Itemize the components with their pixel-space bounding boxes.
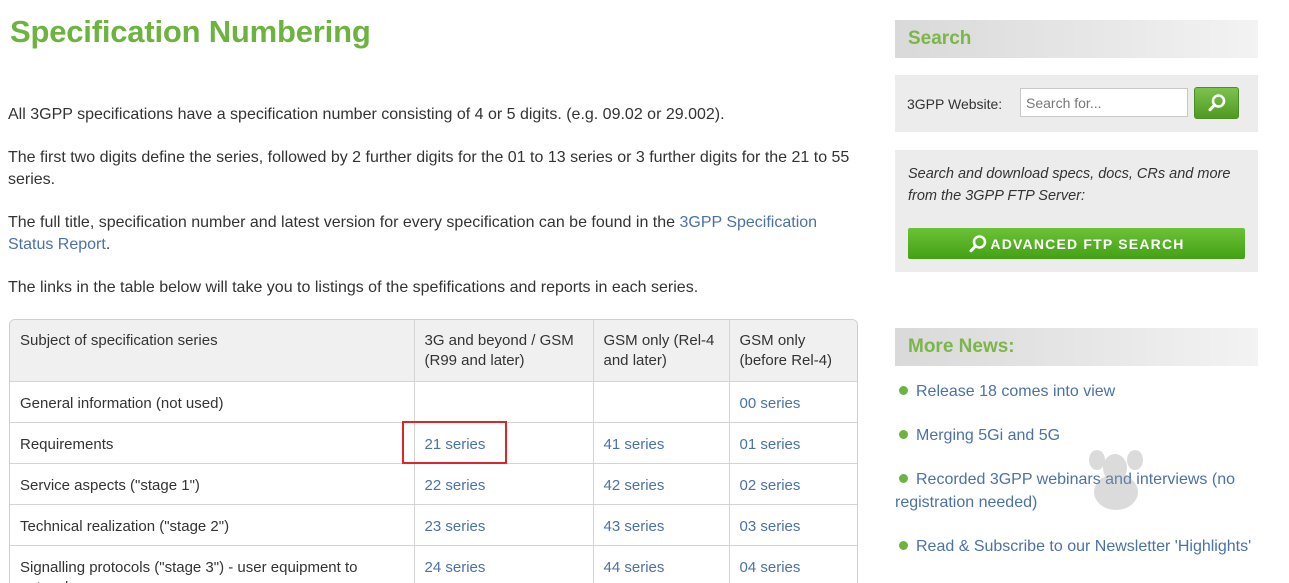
news-link-release-18[interactable]: Release 18 comes into view: [895, 380, 1258, 403]
row-gsm4-cell: [593, 381, 730, 423]
site-search-panel: 3GPP Website:: [895, 75, 1258, 132]
series-link-22[interactable]: 22 series: [425, 477, 486, 494]
watermark-logo: [1089, 450, 1143, 510]
table-row: Signalling protocols ("stage 3") - user …: [10, 545, 857, 583]
table-row: Service aspects ("stage 1") 22 series 42…: [10, 463, 857, 505]
search-button[interactable]: [1194, 87, 1239, 119]
row-subject: Signalling protocols ("stage 3") - user …: [10, 545, 415, 583]
series-link-43[interactable]: 43 series: [604, 518, 665, 535]
ftp-search-panel: Search and download specs, docs, CRs and…: [895, 150, 1258, 272]
series-link-01[interactable]: 01 series: [740, 436, 801, 453]
series-link-42[interactable]: 42 series: [604, 477, 665, 494]
table-header-row: Subject of specification series 3G and b…: [10, 320, 857, 382]
intro-paragraph-1: All 3GPP specifications have a specifica…: [8, 106, 725, 123]
green-dot-icon: [899, 474, 908, 483]
green-dot-icon: [899, 541, 908, 550]
table-row: General information (not used) 00 series: [10, 381, 857, 423]
series-link-04[interactable]: 04 series: [740, 559, 801, 576]
highlight-annotation-box: [402, 421, 507, 464]
intro-paragraph-2: The first two digits define the series, …: [8, 149, 850, 188]
row-3g-cell: [414, 381, 594, 423]
row-subject: Requirements: [10, 422, 415, 464]
row-subject: General information (not used): [10, 381, 415, 423]
green-dot-icon: [899, 430, 908, 439]
intro-paragraph-3: The full title, specification number and…: [8, 212, 858, 256]
news-item: Release 18 comes into view: [895, 380, 1258, 403]
page-title: Specification Numbering: [10, 14, 371, 49]
header-gsm-pre-rel4: GSM only (before Rel-4): [729, 320, 857, 382]
magnifier-icon: [969, 234, 987, 252]
green-dot-icon: [899, 386, 908, 395]
header-gsm-rel4: GSM only (Rel-4 and later): [593, 320, 730, 382]
news-heading: More News:: [895, 328, 1258, 366]
search-input[interactable]: [1020, 88, 1188, 117]
magnifier-icon: [1208, 94, 1225, 112]
series-link-24[interactable]: 24 series: [425, 559, 486, 576]
advanced-ftp-search-button[interactable]: ADVANCED FTP SEARCH: [908, 228, 1245, 259]
row-subject: Technical realization ("stage 2"): [10, 504, 415, 546]
series-link-23[interactable]: 23 series: [425, 518, 486, 535]
series-link-41[interactable]: 41 series: [604, 436, 665, 453]
row-subject: Service aspects ("stage 1"): [10, 463, 415, 505]
series-link-44[interactable]: 44 series: [604, 559, 665, 576]
ftp-button-label: ADVANCED FTP SEARCH: [990, 235, 1185, 252]
header-3g: 3G and beyond / GSM (R99 and later): [414, 320, 594, 382]
search-heading: Search: [895, 20, 1258, 58]
series-link-02[interactable]: 02 series: [740, 477, 801, 494]
status-report-suffix: .: [105, 236, 111, 253]
intro-paragraph-4: The links in the table below will take y…: [8, 279, 699, 296]
table-row: Technical realization ("stage 2") 23 ser…: [10, 504, 857, 546]
header-subject: Subject of specification series: [10, 320, 415, 382]
series-link-00[interactable]: 00 series: [740, 395, 801, 412]
intro-paragraph-3-text: The full title, specification number and…: [8, 214, 680, 231]
search-label: 3GPP Website:: [907, 96, 1003, 112]
series-link-03[interactable]: 03 series: [740, 518, 801, 535]
ftp-description: Search and download specs, docs, CRs and…: [908, 166, 1231, 204]
